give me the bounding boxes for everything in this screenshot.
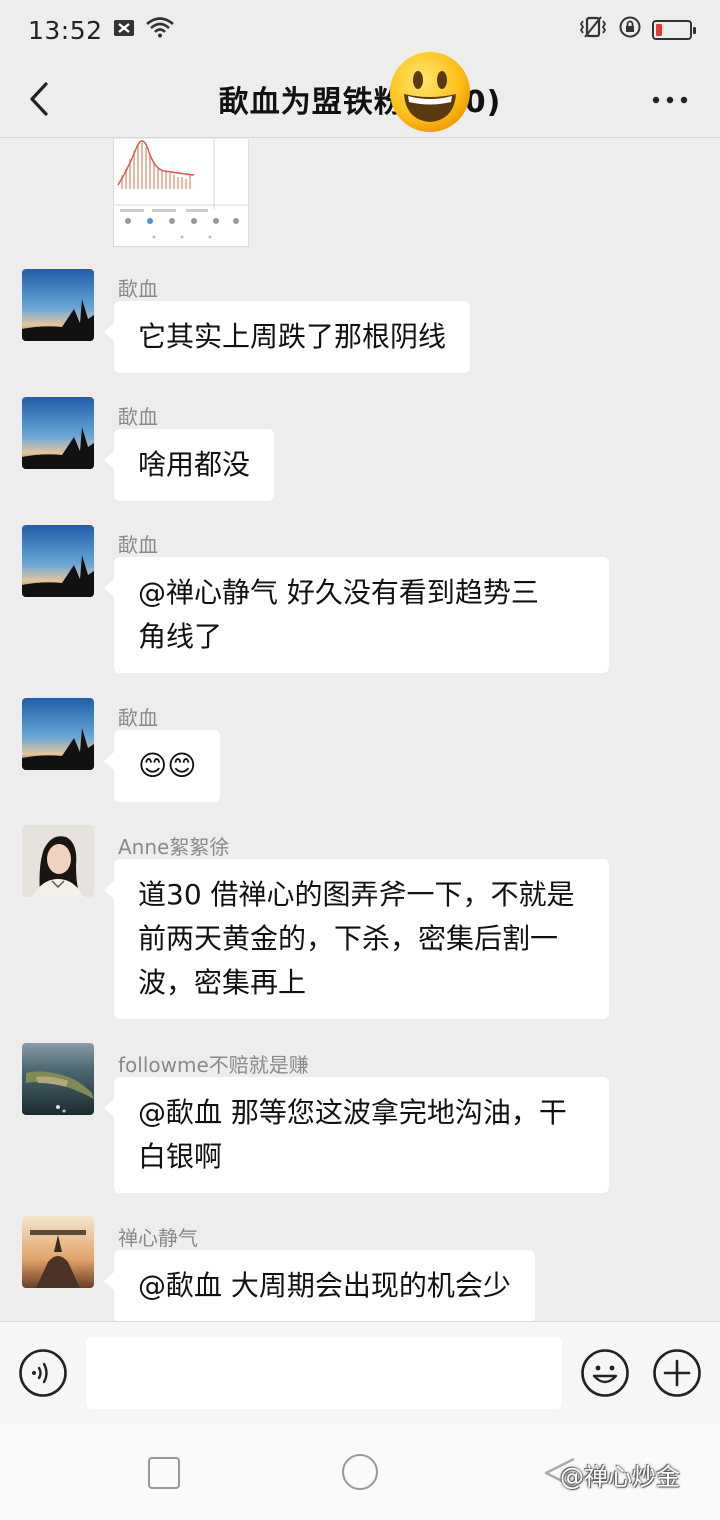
plus-icon <box>653 1349 701 1397</box>
message-text: 啥用都没 <box>138 448 251 481</box>
message-text: 角线了 <box>138 620 223 653</box>
system-nav-bar: @禅心炒金 <box>0 1423 720 1520</box>
message-text: 前两天黄金的，下杀，密集后割一 <box>138 922 559 955</box>
message-text: @歃血 大周期会出现的机会少 <box>138 1269 511 1302</box>
sender-name: followme不赔就是赚 <box>118 1053 309 1077</box>
sender-name: Anne絮絮徐 <box>118 835 230 859</box>
shared-image-thumbnail[interactable] <box>113 139 249 247</box>
home-button[interactable] <box>342 1454 378 1490</box>
message-bubble[interactable]: @歃血 那等您这波拿完地沟油，干 白银啊 <box>104 1077 609 1193</box>
smiley-sticker-icon <box>388 50 472 134</box>
message-text: 😊😊 <box>138 749 197 782</box>
message-bubble[interactable]: 它其实上周跌了那根阴线 <box>103 301 471 373</box>
chevron-left-icon <box>30 82 48 116</box>
message-text: 它其实上周跌了那根阴线 <box>138 320 447 353</box>
avatar[interactable] <box>22 397 94 469</box>
message-text: @歃血 那等您这波拿完地沟油，干 <box>138 1096 567 1129</box>
vibrate-icon <box>578 15 608 45</box>
voice-icon <box>19 1349 67 1397</box>
avatar[interactable] <box>22 525 94 597</box>
message-bubble[interactable]: @歃血 大周期会出现的机会少 <box>104 1250 535 1321</box>
sender-name: 歃血 <box>118 706 158 730</box>
lock-rotation-icon <box>618 15 642 45</box>
recent-apps-button[interactable] <box>148 1457 180 1489</box>
message-text: 波，密集再上 <box>138 966 307 999</box>
avatar[interactable] <box>22 269 94 341</box>
avatar[interactable] <box>22 1216 94 1288</box>
message-bubble[interactable]: 啥用都没 <box>103 429 275 501</box>
watermark-text: @禅心炒金 <box>560 1463 680 1491</box>
sender-name: 禅心静气 <box>118 1226 198 1250</box>
message-bubble[interactable]: @禅心静气 好久没有看到趋势三 角线了 <box>104 557 609 673</box>
message-bubble[interactable]: 😊😊 <box>103 730 221 802</box>
message-list[interactable]: 歃血 它其实上周跌了那根阴线 歃血 啥用都没 歃血 @禅心静气 好久没有看到趋势… <box>0 139 720 1321</box>
battery-icon <box>652 20 696 40</box>
more-button[interactable] <box>650 80 690 120</box>
chat-screen: 13:52 歃血为盟铁粉 0) 歃血 它其实上周跌了那根阴线 歃血 啥用都没 歃… <box>0 0 720 1520</box>
input-bar <box>0 1321 720 1423</box>
message-text: 道30 借禅心的图弄斧一下，不就是 <box>138 878 575 911</box>
back-button[interactable] <box>22 74 62 124</box>
sender-name: 歃血 <box>118 277 158 301</box>
emoji-icon <box>581 1349 629 1397</box>
avatar[interactable] <box>22 1043 94 1115</box>
chat-title-text: 歃血为盟铁粉 <box>218 84 405 120</box>
status-bar: 13:52 <box>0 0 720 60</box>
sender-name: 歃血 <box>118 533 158 557</box>
message-bubble[interactable]: 道30 借禅心的图弄斧一下，不就是 前两天黄金的，下杀，密集后割一 波，密集再上 <box>104 859 609 1019</box>
avatar[interactable] <box>22 698 94 770</box>
message-input[interactable] <box>86 1337 562 1409</box>
emoji-button[interactable] <box>580 1348 630 1398</box>
status-time: 13:52 <box>28 15 103 45</box>
avatar[interactable] <box>22 825 94 897</box>
sender-name: 歃血 <box>118 405 158 429</box>
message-text: @禅心静气 好久没有看到趋势三 <box>138 576 539 609</box>
more-dots-icon <box>652 96 688 104</box>
more-actions-button[interactable] <box>652 1348 702 1398</box>
chat-header: 歃血为盟铁粉 0) <box>0 60 720 138</box>
voice-button[interactable] <box>18 1348 68 1398</box>
message-text: 白银啊 <box>138 1140 223 1173</box>
notification-icon <box>113 16 135 44</box>
wifi-icon <box>145 16 175 44</box>
